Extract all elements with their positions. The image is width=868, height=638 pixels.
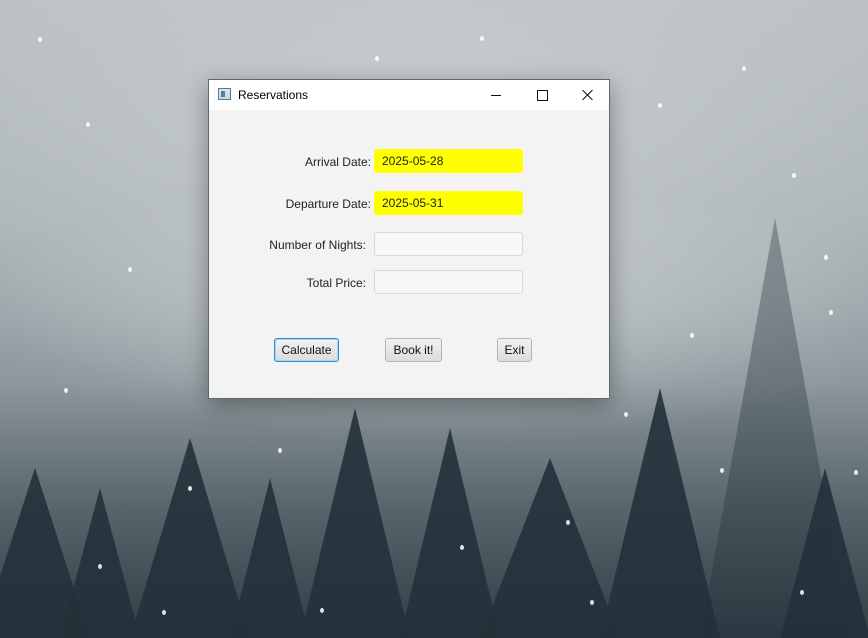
tree-silhouette: [780, 468, 868, 638]
maximize-icon: [536, 89, 548, 101]
tree-silhouette: [300, 408, 410, 638]
total-price-label: Total Price:: [306, 276, 366, 290]
snowflake: [278, 448, 282, 453]
number-of-nights-field[interactable]: [374, 232, 523, 256]
snowflake: [854, 470, 858, 475]
snowflake: [690, 333, 694, 338]
snowflake: [375, 56, 379, 61]
app-window-icon: [218, 88, 231, 100]
snowflake: [792, 173, 796, 178]
book-it-button[interactable]: Book it!: [385, 338, 442, 362]
snowflake: [188, 486, 192, 491]
number-of-nights-label: Number of Nights:: [269, 238, 366, 252]
snowflake: [590, 600, 594, 605]
maximize-button[interactable]: [519, 80, 565, 110]
snowflake: [658, 103, 662, 108]
snowflake: [624, 412, 628, 417]
title-bar[interactable]: Reservations: [209, 80, 609, 111]
arrival-date-label: Arrival Date:: [304, 155, 371, 169]
close-button[interactable]: [565, 80, 611, 110]
snowflake: [480, 36, 484, 41]
snowflake: [98, 564, 102, 569]
snowflake: [128, 267, 132, 272]
close-icon: [582, 89, 594, 101]
departure-date-field[interactable]: [374, 191, 523, 215]
snowflake: [64, 388, 68, 393]
departure-date-label: Departure Date:: [285, 197, 371, 211]
snowflake: [86, 122, 90, 127]
snowflake: [829, 310, 833, 315]
tree-silhouette: [60, 488, 140, 638]
snowflake: [720, 468, 724, 473]
tree-silhouette: [480, 458, 620, 638]
snowflake: [800, 590, 804, 595]
snowflake: [824, 255, 828, 260]
window-title: Reservations: [238, 88, 309, 102]
calculate-button[interactable]: Calculate: [274, 338, 339, 362]
snowflake: [38, 37, 42, 42]
exit-button[interactable]: Exit: [497, 338, 532, 362]
minimize-icon: [491, 94, 501, 96]
snowflake: [320, 608, 324, 613]
arrival-date-field[interactable]: [374, 149, 523, 173]
snowflake: [742, 66, 746, 71]
snowflake: [162, 610, 166, 615]
snowflake: [460, 545, 464, 550]
reservations-window: Reservations Arrival Date: Departure Dat…: [208, 79, 610, 399]
form-area: Arrival Date: Departure Date: Number of …: [209, 111, 609, 400]
minimize-button[interactable]: [473, 80, 519, 110]
snowflake: [566, 520, 570, 525]
tree-silhouette: [230, 478, 310, 638]
total-price-field[interactable]: [374, 270, 523, 294]
